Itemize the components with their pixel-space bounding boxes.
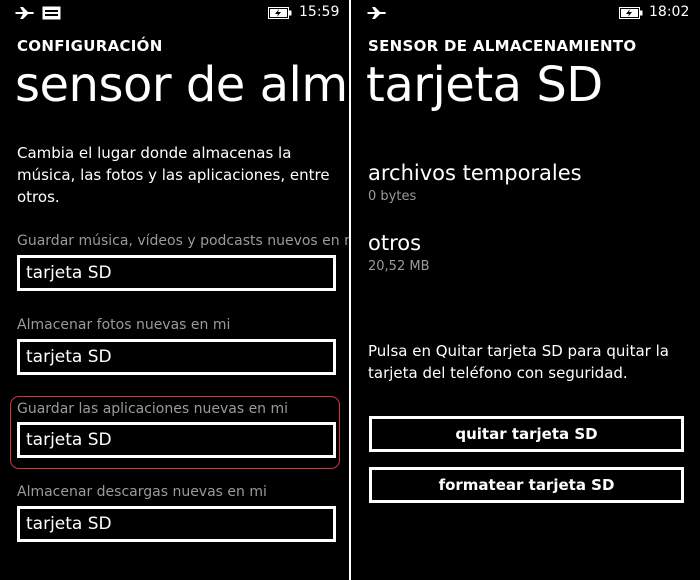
settings-screen: 15:59 CONFIGURACIÓN sensor de almacenami… — [0, 0, 349, 580]
apps-location-select[interactable]: tarjeta SD — [17, 422, 336, 458]
remove-info-text: Pulsa en Quitar tarjeta SD para quitar l… — [368, 342, 669, 382]
battery-charging-icon — [268, 7, 292, 19]
description-text: Cambia el lugar donde almacenas la músic… — [17, 144, 330, 206]
downloads-location-select[interactable]: tarjeta SD — [17, 506, 336, 542]
field-label-photos: Almacenar fotos nuevas en mi — [17, 317, 231, 333]
format-sd-card-button[interactable]: formatear tarjeta SD — [369, 467, 684, 503]
sd-card-screen: 18:02 SENSOR DE ALMACENAMIENTO tarjeta S… — [351, 0, 700, 580]
status-time: 18:02 — [649, 4, 690, 20]
other-files-item[interactable]: otros — [368, 231, 421, 255]
message-icon — [42, 6, 61, 20]
photos-location-select[interactable]: tarjeta SD — [17, 339, 336, 375]
airplane-icon — [15, 7, 34, 19]
airplane-icon — [367, 7, 386, 19]
status-bar: 18:02 — [351, 0, 700, 28]
temp-files-item[interactable]: archivos temporales — [368, 161, 582, 185]
section-title: SENSOR DE ALMACENAMIENTO — [368, 37, 637, 55]
section-title: CONFIGURACIÓN — [17, 37, 163, 55]
field-label-apps: Guardar las aplicaciones nuevas en mi — [17, 401, 289, 417]
temp-files-size: 0 bytes — [368, 189, 417, 204]
remove-sd-card-button[interactable]: quitar tarjeta SD — [369, 416, 684, 452]
status-time: 15:59 — [299, 4, 340, 20]
status-bar: 15:59 — [0, 0, 349, 28]
page-title: sensor de almacenamiento — [15, 57, 349, 113]
page-title: tarjeta SD — [366, 57, 603, 113]
field-label-music: Guardar música, vídeos y podcasts nuevos… — [17, 233, 349, 249]
music-location-select[interactable]: tarjeta SD — [17, 255, 336, 291]
field-label-downloads: Almacenar descargas nuevas en mi — [17, 484, 267, 500]
battery-charging-icon — [619, 7, 643, 19]
other-files-size: 20,52 MB — [368, 259, 430, 274]
